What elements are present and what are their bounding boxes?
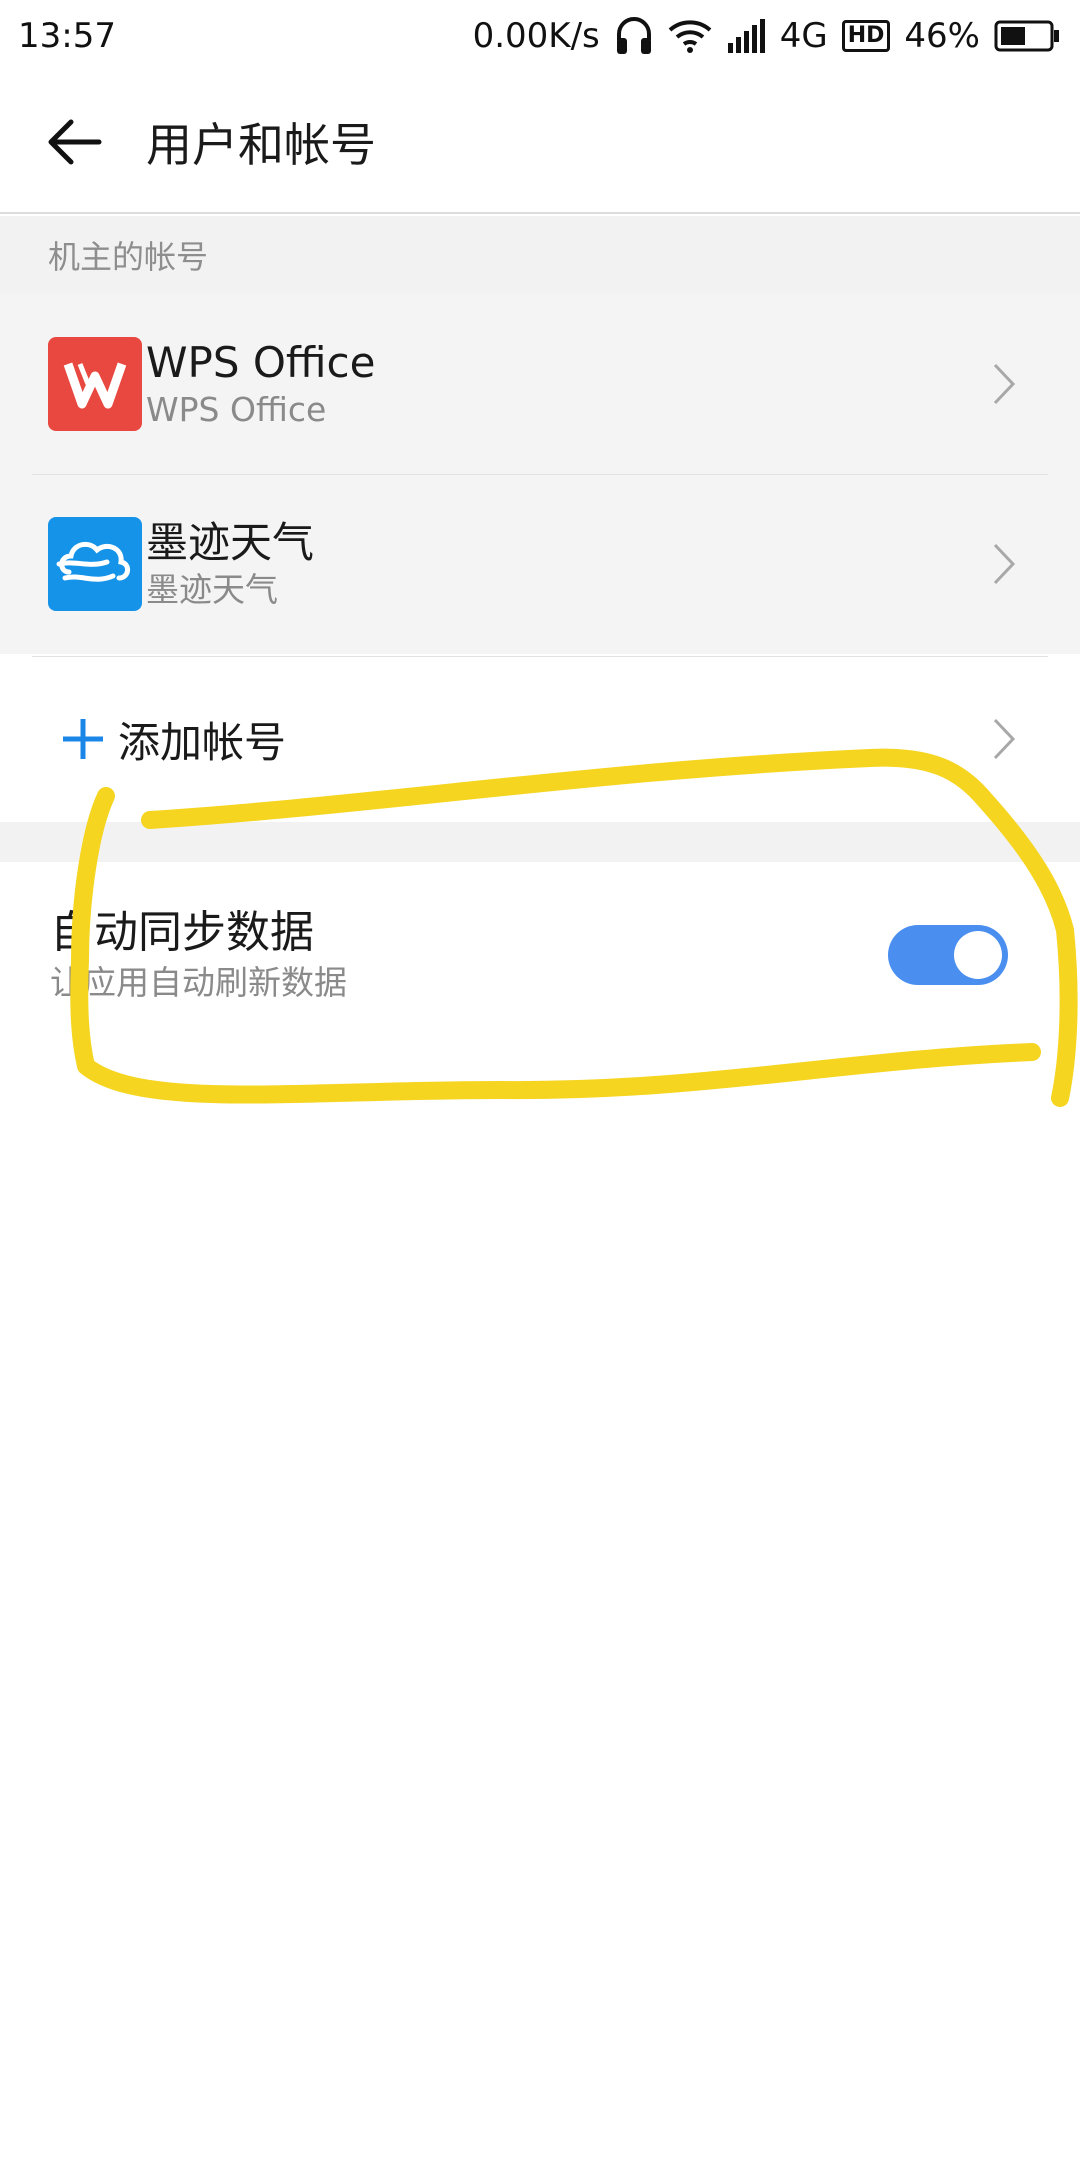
section-header-owner-accounts: 机主的帐号 xyxy=(0,216,1080,294)
back-button[interactable] xyxy=(30,97,120,187)
account-item-wps[interactable]: WPS Office WPS Office xyxy=(0,294,1080,474)
network-type: 4G xyxy=(779,16,828,56)
wifi-icon xyxy=(668,18,712,54)
add-account-label: 添加帐号 xyxy=(118,717,287,767)
account-item-moji-weather[interactable]: 墨迹天气 墨迹天气 xyxy=(0,474,1080,654)
battery-icon xyxy=(994,20,1060,52)
chevron-right-icon xyxy=(984,709,1024,769)
account-title: WPS Office xyxy=(146,338,376,387)
account-subtitle: 墨迹天气 xyxy=(146,570,278,609)
battery-level: 46% xyxy=(904,16,980,56)
status-bar: 13:57 0.00K/s 4G HD 46% xyxy=(0,0,1080,72)
moji-weather-icon xyxy=(48,517,142,611)
section-divider xyxy=(0,822,1080,862)
auto-sync-toggle[interactable] xyxy=(888,925,1008,985)
page-title: 用户和帐号 xyxy=(146,118,376,172)
auto-sync-row[interactable]: 自动同步数据 让应用自动刷新数据 xyxy=(0,862,1080,1048)
headset-icon xyxy=(614,14,654,58)
hd-badge: HD xyxy=(841,20,891,52)
plus-icon xyxy=(60,716,106,762)
wps-office-icon xyxy=(48,337,142,431)
status-time: 13:57 xyxy=(18,16,116,56)
auto-sync-title: 自动同步数据 xyxy=(50,907,314,958)
account-subtitle: WPS Office xyxy=(146,390,327,429)
chevron-right-icon xyxy=(984,354,1024,414)
auto-sync-subtitle: 让应用自动刷新数据 xyxy=(50,963,347,1002)
account-list: WPS Office WPS Office 墨迹天气 墨迹天气 xyxy=(0,294,1080,654)
account-title: 墨迹天气 xyxy=(146,518,315,567)
signal-icon xyxy=(726,19,766,53)
app-bar: 用户和帐号 xyxy=(0,72,1080,214)
toggle-knob xyxy=(954,931,1002,979)
chevron-right-icon xyxy=(984,534,1024,594)
net-speed: 0.00K/s xyxy=(472,16,600,56)
add-account-button[interactable]: 添加帐号 xyxy=(0,656,1080,822)
back-arrow-icon xyxy=(48,119,102,165)
status-icons: 0.00K/s 4G HD 46% xyxy=(473,14,1060,58)
